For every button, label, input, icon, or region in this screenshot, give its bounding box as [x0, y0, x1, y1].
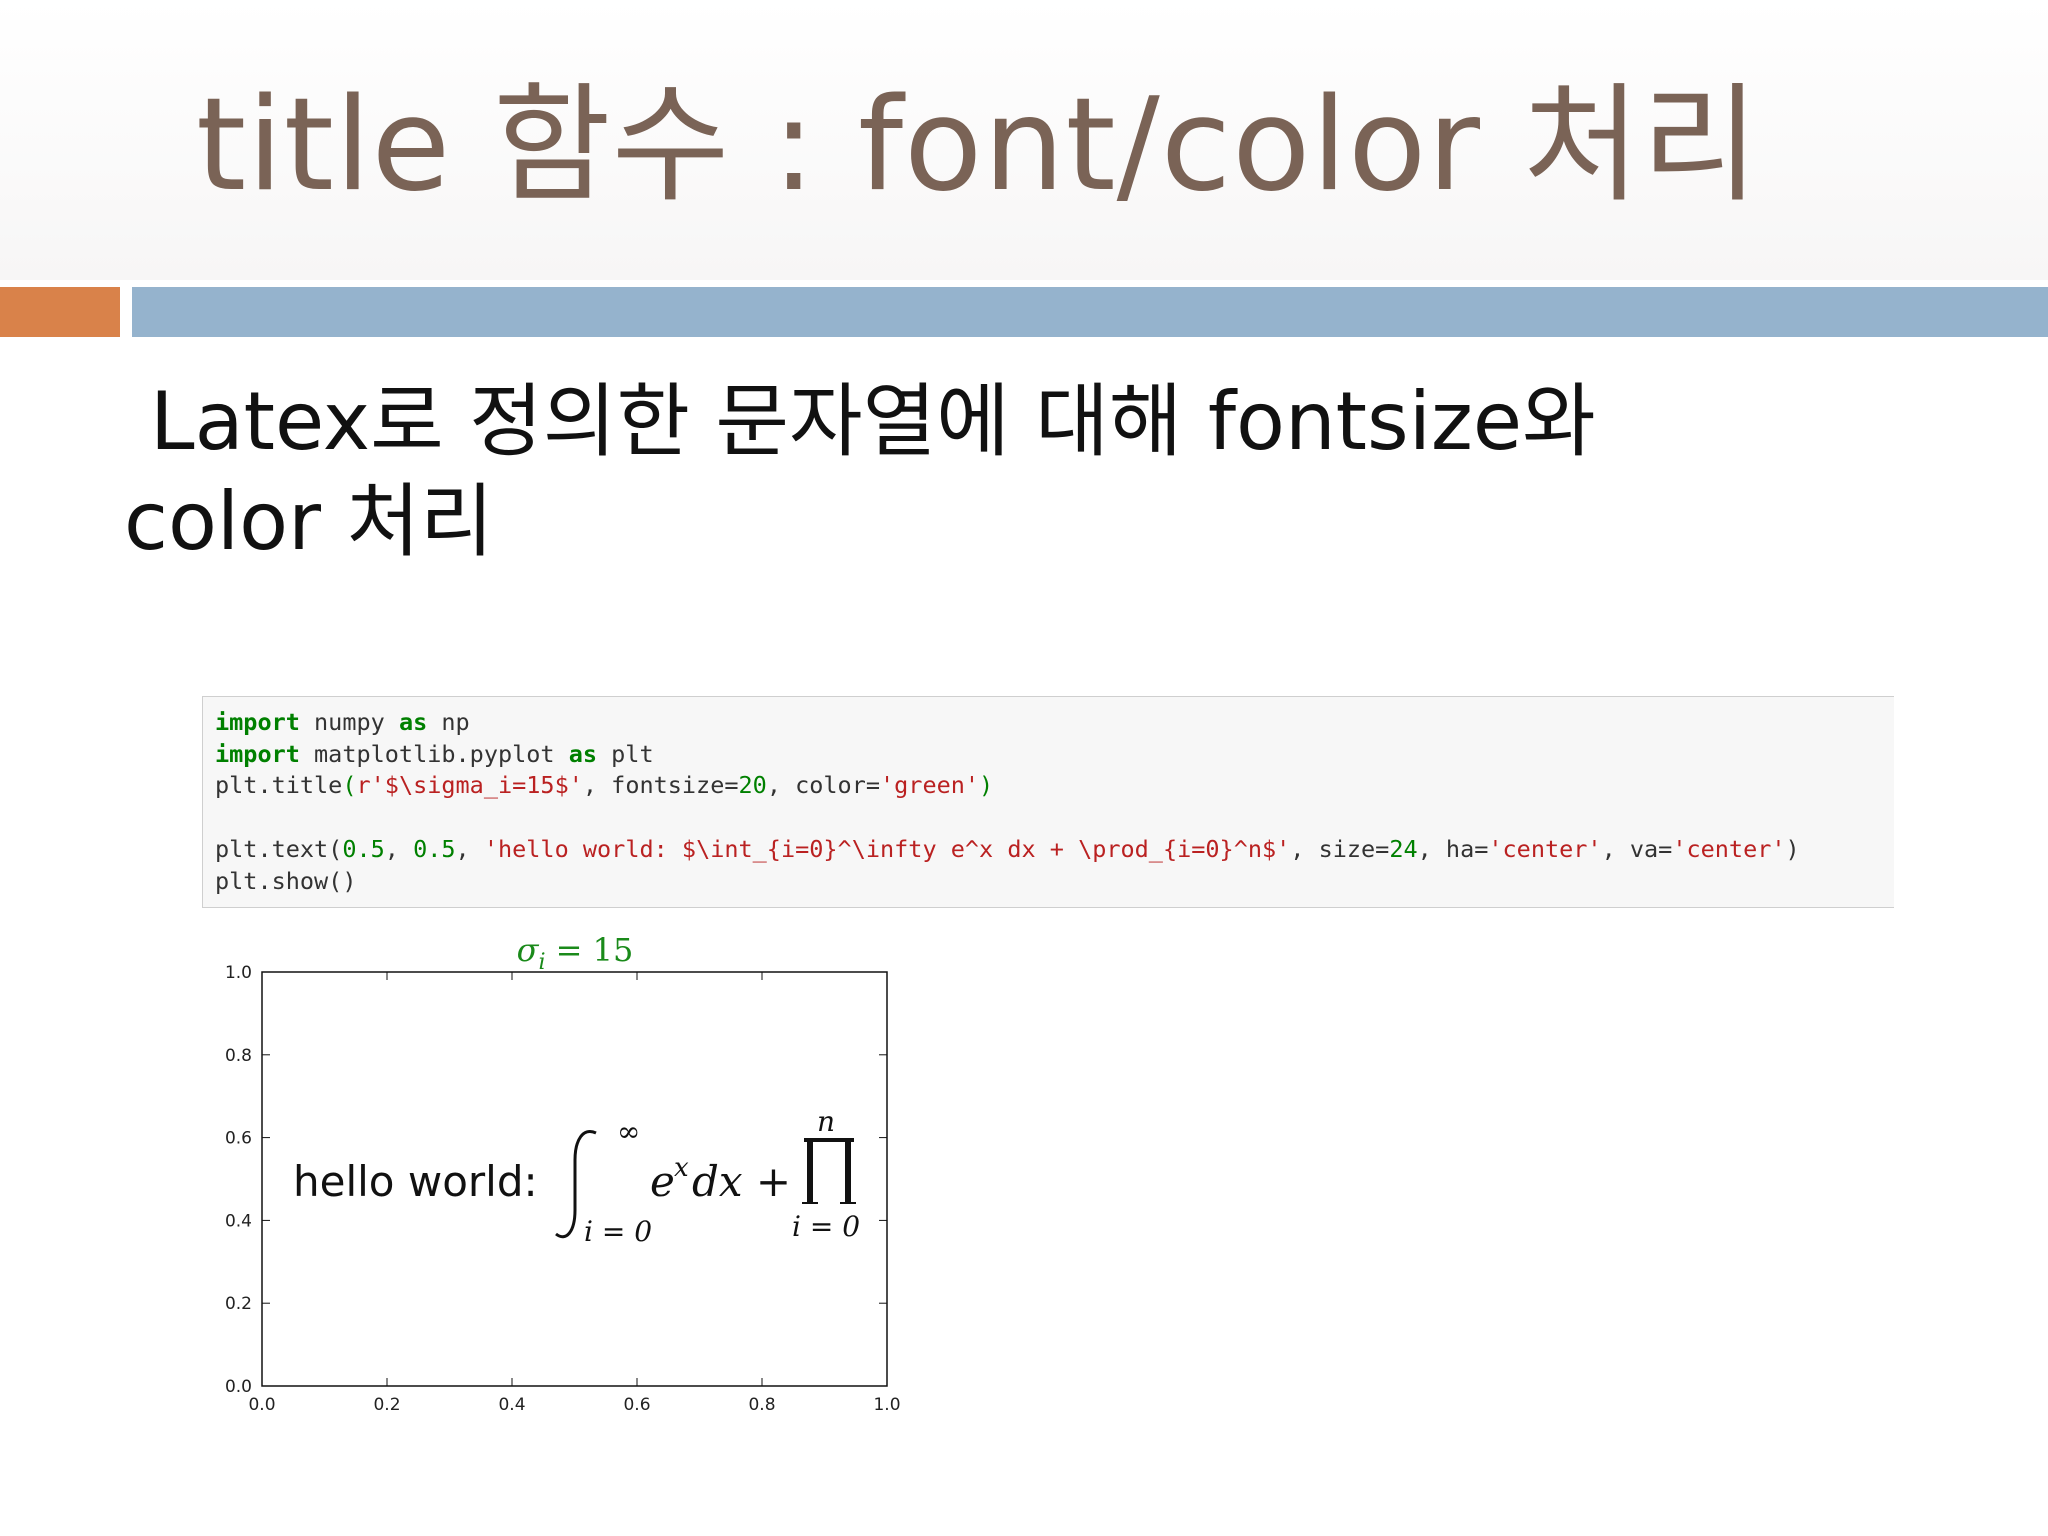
- integrand-exp: x: [674, 1153, 689, 1183]
- y-tick-label: 0.4: [225, 1211, 252, 1231]
- annotation-text: hello world:: [293, 1157, 538, 1206]
- integrand-base: e: [650, 1157, 675, 1206]
- x-tick-label: 1.0: [873, 1395, 900, 1415]
- product-upper: n: [817, 1105, 835, 1138]
- y-tick-label: 0.8: [225, 1046, 252, 1066]
- plot-figure: 0.0 0.2 0.4 0.6 0.8 1.0 0.0 0.2 0.4 0.6 0.8 1.0 σi …: [225, 931, 901, 1415]
- y-tick-label: 0.6: [225, 1129, 252, 1149]
- plot-title: σi = 15: [517, 931, 634, 975]
- x-tick-label: 0.2: [373, 1395, 400, 1415]
- y-tick-label: 0.0: [225, 1377, 252, 1397]
- differential: dx +: [692, 1157, 791, 1206]
- y-tick-label: 1.0: [225, 963, 252, 983]
- y-tick-label: 0.2: [225, 1294, 252, 1314]
- x-tick-label: 0.6: [623, 1395, 650, 1415]
- x-tick-label: 0.0: [248, 1395, 275, 1415]
- x-tick-label: 0.8: [748, 1395, 775, 1415]
- integral-lower: i = 0: [584, 1215, 652, 1248]
- x-tick-label: 0.4: [498, 1395, 525, 1415]
- integral-upper: ∞: [617, 1115, 640, 1148]
- product-lower: i = 0: [792, 1210, 860, 1243]
